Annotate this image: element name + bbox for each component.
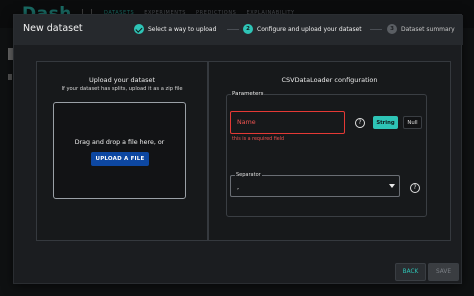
step-label: Dataset summary <box>401 25 455 33</box>
save-button[interactable]: SAVE <box>428 263 459 281</box>
dialog-title: New dataset <box>23 23 83 34</box>
upload-title: Upload your dataset <box>88 76 156 84</box>
chevron-down-icon[interactable] <box>389 184 395 188</box>
step-select-upload: Select a way to upload <box>134 24 216 34</box>
help-icon[interactable]: ? <box>410 183 420 193</box>
step-connector <box>227 29 239 30</box>
check-icon <box>134 24 144 34</box>
upload-file-button[interactable]: UPLOAD A FILE <box>91 152 149 166</box>
name-field-label: Name <box>237 119 256 126</box>
step-label: Select a way to upload <box>148 25 217 33</box>
file-dropzone[interactable]: Drag and drop a file here, or UPLOAD A F… <box>53 102 186 199</box>
config-title: CSVDataLoader configuration <box>281 76 378 84</box>
name-error-text: this is a required field <box>232 137 285 142</box>
upload-subtitle: If your dataset has splits, upload it as… <box>61 86 183 92</box>
step-label: Configure and upload your dataset <box>257 25 362 33</box>
step-number: 3 <box>387 24 397 34</box>
parameters-group: Parameters Name this is a required field… <box>226 91 427 217</box>
separator-select[interactable]: Separator , <box>230 172 400 197</box>
dialog-header: New dataset Select a way to upload 2 Con… <box>14 15 463 45</box>
step-connector <box>370 29 382 30</box>
dropzone-text: Drag and drop a file here, or <box>74 139 165 146</box>
step-configure-upload: 2 Configure and upload your dataset <box>243 24 362 34</box>
step-dataset-summary: 3 Dataset summary <box>387 24 455 34</box>
parameters-label: Parameters <box>231 91 265 97</box>
upload-panel: Upload your dataset If your dataset has … <box>36 61 208 241</box>
config-panel: CSVDataLoader configuration Parameters N… <box>208 61 451 241</box>
new-dataset-dialog: New dataset Select a way to upload 2 Con… <box>13 14 463 284</box>
help-icon[interactable]: ? <box>355 118 365 128</box>
separator-label: Separator <box>235 172 262 178</box>
separator-value: , <box>237 183 240 191</box>
step-number: 2 <box>243 24 253 34</box>
type-string-toggle[interactable]: String <box>373 116 398 129</box>
name-field[interactable]: Name <box>230 111 345 134</box>
type-null-toggle[interactable]: Null <box>403 116 422 129</box>
back-button[interactable]: BACK <box>395 263 426 281</box>
